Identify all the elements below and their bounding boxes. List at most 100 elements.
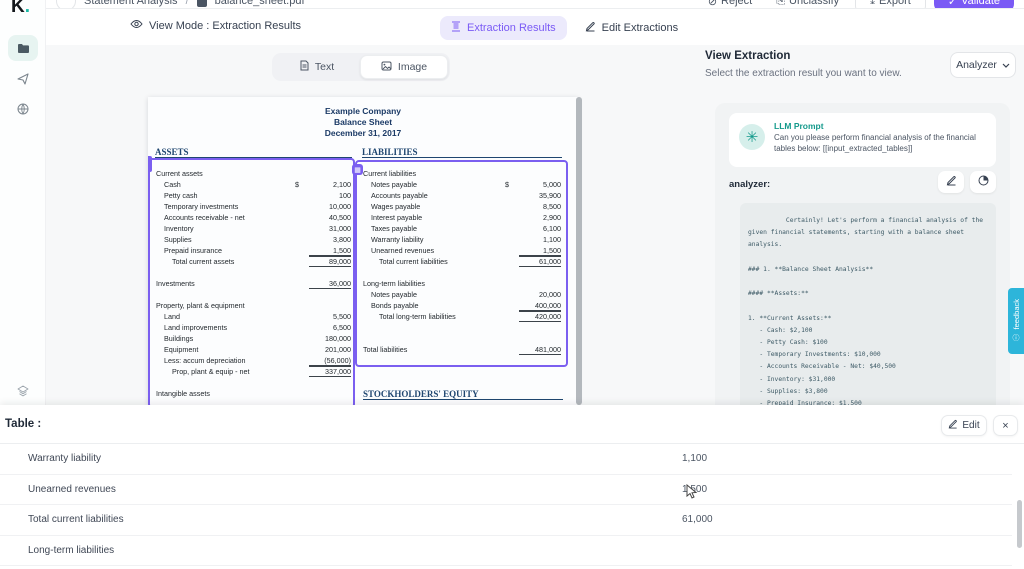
- balance-sheet-row: Notes payable 20,000: [363, 289, 561, 300]
- row-label: Wages payable: [371, 202, 421, 211]
- table-close-button[interactable]: ×: [993, 415, 1018, 436]
- llm-prompt-card: ✳ LLM Prompt Can you please perform fina…: [729, 113, 996, 167]
- table-row[interactable]: Warranty liability 1,100: [0, 444, 1012, 475]
- row-amount: 400,000: [519, 301, 561, 311]
- sidebar-item-share[interactable]: [8, 66, 38, 92]
- balance-sheet-row: [363, 322, 561, 333]
- mouse-cursor: [686, 483, 698, 505]
- document-scrollbar[interactable]: [576, 97, 582, 405]
- row-label: Investments: [156, 279, 195, 288]
- row-amount: 1,500: [309, 246, 351, 256]
- balance-sheet-row: Buildings 180,000: [156, 333, 351, 344]
- row-label: Land: [164, 312, 180, 321]
- analyzer-edit-button[interactable]: [938, 171, 964, 193]
- breadcrumb[interactable]: Statement Analysis: [84, 0, 178, 7]
- reject-button[interactable]: ⊘ Reject: [699, 0, 761, 8]
- validate-button[interactable]: ✓ Validate: [933, 0, 1014, 8]
- table-cell-value: 1,100: [682, 453, 708, 465]
- analyzer-label: analyzer:: [729, 179, 771, 190]
- back-button[interactable]: [56, 0, 76, 8]
- balance-sheet-row: [156, 267, 351, 278]
- export-button[interactable]: ⤓ Export: [855, 0, 926, 8]
- row-amount: 481,000: [519, 345, 561, 355]
- view-extraction-title: View Extraction: [705, 50, 791, 62]
- row-amount: 1,500: [519, 246, 561, 256]
- tab-edit-extractions[interactable]: Edit Extractions: [585, 21, 678, 35]
- row-amount: 61,000: [519, 256, 561, 267]
- table-panel-title: Table :: [5, 418, 42, 430]
- liabilities-header: LIABILITIES: [362, 147, 562, 158]
- row-label: Warranty liability: [371, 235, 424, 244]
- row-amount: 2,900: [543, 213, 561, 222]
- sidebar-item-globe[interactable]: [8, 96, 38, 122]
- table-row[interactable]: Unearned revenues 1,500: [0, 475, 1012, 505]
- balance-sheet-row: Current liabilities: [363, 168, 561, 179]
- row-label: Prepaid insurance: [164, 246, 222, 255]
- sidebar: K.: [0, 0, 46, 405]
- text-image-toggle: Text Image: [272, 53, 450, 81]
- balance-sheet-row: Accounts receivable - net 40,500: [156, 212, 351, 223]
- table-row[interactable]: Total current liabilities 61,000: [0, 505, 1012, 536]
- row-label: Intangible assets: [156, 389, 210, 398]
- text-file-icon: [300, 60, 309, 74]
- row-amount: 6,100: [543, 224, 561, 233]
- row-amount: 36,000: [309, 279, 351, 289]
- analyzer-history-button[interactable]: [970, 171, 996, 193]
- balance-sheet-row: Total liabilities 481,000: [363, 344, 561, 355]
- table-edit-button[interactable]: Edit: [941, 415, 987, 436]
- analyzer-output[interactable]: Certainly! Let's perform a financial ana…: [740, 203, 996, 405]
- globe-icon: [17, 103, 29, 115]
- pencil-icon: [585, 21, 596, 35]
- table-cell-label: Long-term liabilities: [28, 544, 115, 556]
- table-row[interactable]: Long-term liabilities: [0, 536, 1012, 566]
- chevron-down-icon: [1002, 59, 1010, 71]
- row-amount: 31,000: [329, 224, 351, 233]
- extraction-selector-dropdown[interactable]: Analyzer: [950, 52, 1016, 78]
- balance-sheet-row: Total long-term liabilities 420,000: [363, 311, 561, 322]
- row-label: Property, plant & equipment: [156, 301, 245, 310]
- toggle-text[interactable]: Text: [274, 55, 360, 79]
- table-cell-value: 61,000: [682, 514, 713, 526]
- row-amount: (56,000): [309, 356, 351, 366]
- layers-icon: [17, 385, 29, 397]
- row-label: Interest payable: [371, 213, 423, 222]
- tab-extraction-results[interactable]: Extraction Results: [440, 16, 567, 40]
- table-scrollbar[interactable]: [1017, 500, 1022, 548]
- row-label: Less: accum depreciation: [164, 356, 246, 365]
- equity-header: STOCKHOLDERS' EQUITY: [363, 389, 563, 400]
- app-logo[interactable]: K.: [11, 0, 30, 18]
- row-label: Long-term liabilities: [363, 279, 425, 288]
- toggle-image[interactable]: Image: [360, 55, 448, 79]
- balance-sheet-row: Total current assets 89,000: [156, 256, 351, 267]
- unclassify-button[interactable]: ⎘ Unclassify: [768, 0, 848, 8]
- feedback-tab[interactable]: feedback ⓘ: [1008, 288, 1024, 354]
- sidebar-item-layers[interactable]: [8, 378, 38, 404]
- balance-sheet-row: Land 5,500: [156, 311, 351, 322]
- extracted-table: Warranty liability 1,100 Unearned revenu…: [0, 444, 1012, 566]
- balance-sheet-row: Temporary investments 10,000: [156, 201, 351, 212]
- row-amount: 40,500: [329, 213, 351, 222]
- sidebar-item-files[interactable]: [8, 35, 38, 61]
- folder-icon: [17, 43, 30, 54]
- row-amount: 89,000: [309, 256, 351, 267]
- balance-sheet-row: Notes payable $ 5,000: [363, 179, 561, 190]
- row-amount: 20,000: [539, 290, 561, 299]
- extraction-icon: [451, 21, 461, 35]
- analyzer-output-text: Certainly! Let's perform a financial ana…: [748, 217, 984, 405]
- view-extraction-subtitle: Select the extraction result you want to…: [705, 68, 902, 79]
- balance-sheet-row: Inventory 31,000: [156, 223, 351, 234]
- balance-sheet-row: Taxes payable 6,100: [363, 223, 561, 234]
- selection-handle[interactable]: [148, 156, 152, 172]
- balance-sheet-row: Petty cash 100: [156, 190, 351, 201]
- balance-sheet-title: Example Company Balance Sheet December 3…: [324, 106, 402, 138]
- balance-sheet-image[interactable]: Example Company Balance Sheet December 3…: [148, 97, 578, 405]
- table-cell-label: Warranty liability: [28, 453, 101, 465]
- balance-sheet-row: Equipment 201,000: [156, 344, 351, 355]
- balance-sheet-row: Long-term liabilities: [363, 278, 561, 289]
- balance-sheet-row: Warranty liability 1,100: [363, 234, 561, 245]
- table-badge-icon[interactable]: ▦: [352, 164, 363, 175]
- row-label: Supplies: [164, 235, 192, 244]
- row-currency: $: [295, 180, 299, 189]
- row-label: Buildings: [164, 334, 194, 343]
- document-icon: [196, 0, 207, 7]
